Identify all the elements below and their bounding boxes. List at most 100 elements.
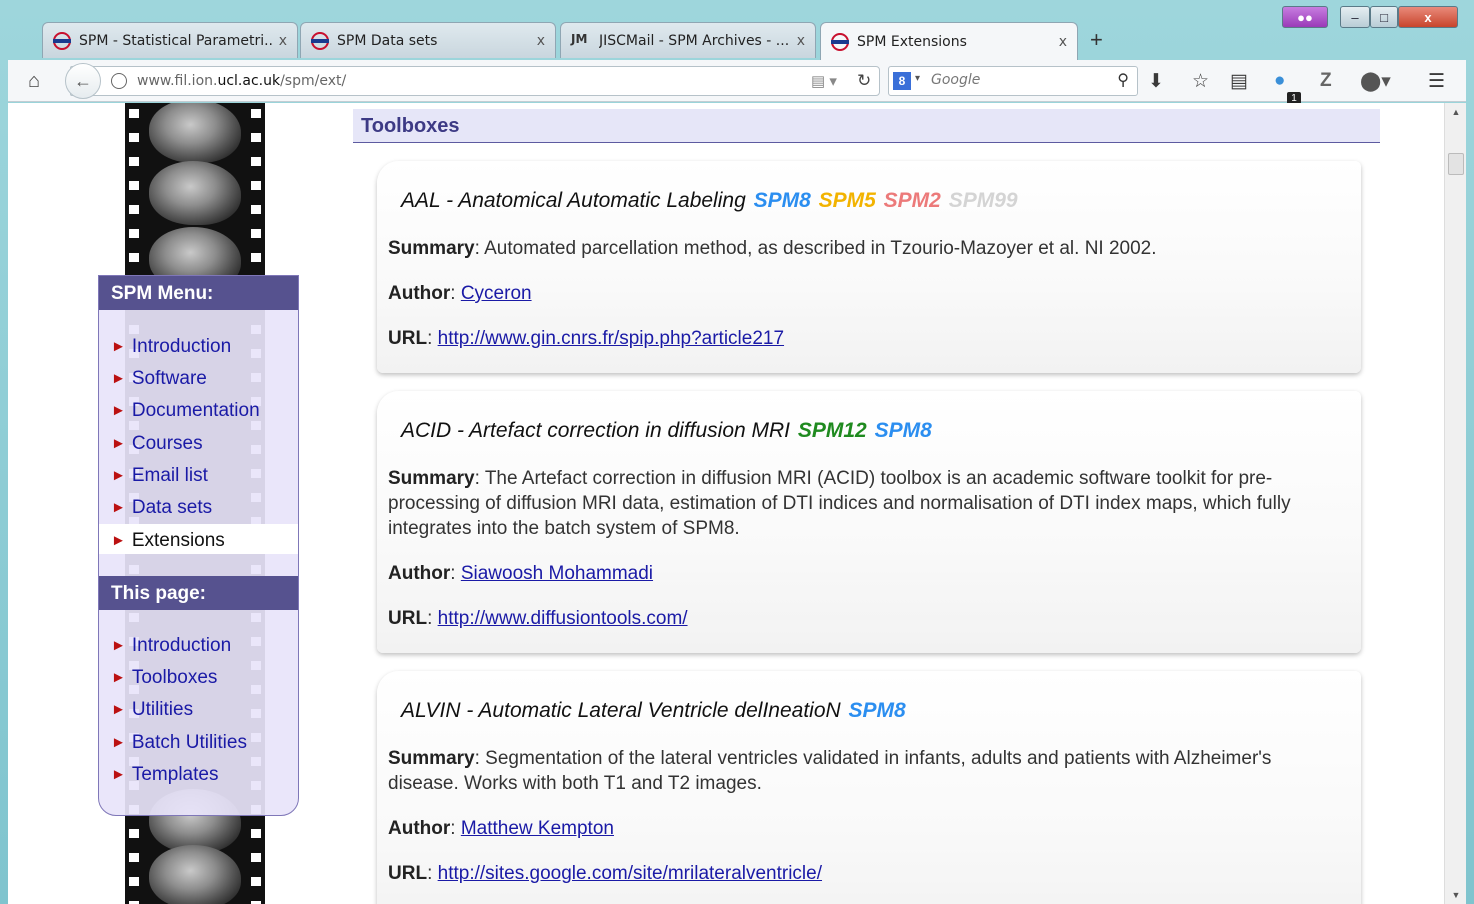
maximize-button[interactable]: □	[1370, 6, 1398, 28]
tab-strip: SPM - Statistical Parametri... x SPM Dat…	[0, 0, 1474, 60]
ghostery-icon[interactable]: ●	[1274, 70, 1285, 92]
navigation-toolbar: ⌂ ← www.fil.ion.ucl.ac.uk/spm/ext/ ▤ ▾ ↻…	[8, 60, 1466, 102]
summary-field: Summary: Segmentation of the lateral ven…	[388, 746, 1338, 796]
close-icon[interactable]: x	[279, 33, 287, 49]
bookmarks-list-icon[interactable]: ▤	[1230, 70, 1248, 93]
film-hole	[129, 853, 139, 862]
close-icon[interactable]: x	[797, 33, 805, 49]
triangle-right-icon: ►	[111, 338, 126, 355]
scroll-up-arrow-icon[interactable]: ▲	[1445, 107, 1467, 117]
toolbox-card-alvin: ALVIN - Automatic Lateral Ventricle delI…	[377, 671, 1361, 904]
url-link[interactable]: http://www.gin.cnrs.fr/spip.php?article2…	[438, 328, 784, 349]
author-link[interactable]: Cyceron	[461, 283, 532, 304]
film-hole	[251, 157, 261, 166]
triangle-right-icon: ►	[111, 467, 126, 484]
zotero-icon[interactable]: Z	[1320, 70, 1332, 92]
scroll-down-arrow-icon[interactable]: ▼	[1445, 890, 1467, 900]
brain-scan-image	[149, 103, 241, 163]
film-hole	[129, 877, 139, 886]
ucl-roundel-icon	[311, 32, 329, 50]
scroll-thumb[interactable]	[1448, 153, 1464, 175]
toolbox-card-acid: ACID - Artefact correction in diffusion …	[377, 391, 1361, 653]
toolbox-title: ACID - Artefact correction in diffusion …	[401, 419, 932, 443]
film-hole	[251, 133, 261, 142]
chevron-down-icon[interactable]: ▾	[915, 73, 920, 84]
triangle-right-icon: ►	[111, 669, 126, 686]
close-icon[interactable]: x	[1059, 34, 1067, 50]
back-button[interactable]: ←	[65, 63, 101, 99]
hamburger-menu-icon[interactable]: ☰	[1428, 70, 1445, 93]
address-bar[interactable]: ← www.fil.ion.ucl.ac.uk/spm/ext/ ▤ ▾ ↻	[70, 66, 880, 96]
version-badge: SPM12	[798, 419, 867, 442]
minimize-button[interactable]: –	[1340, 6, 1370, 28]
film-hole	[251, 829, 261, 838]
page-link-toolboxes[interactable]: ►Toolboxes	[99, 661, 298, 691]
url-text[interactable]: www.fil.ion.ucl.ac.uk/spm/ext/	[137, 73, 346, 89]
triangle-right-icon: ►	[111, 370, 126, 387]
version-badge: SPM8	[875, 419, 932, 442]
search-bar[interactable]: 8 ▾ Google ⚲	[888, 66, 1138, 96]
menu-item-email-list[interactable]: ►Email list	[99, 459, 298, 489]
jiscmail-icon: JM	[571, 32, 591, 50]
page-viewport: SPM Menu: ►Introduction ►Software ►Docum…	[8, 103, 1444, 904]
globe-icon	[111, 73, 127, 89]
menu-item-software[interactable]: ►Software	[99, 362, 298, 392]
author-link[interactable]: Matthew Kempton	[461, 818, 614, 839]
film-hole	[129, 157, 139, 166]
triangle-right-icon: ►	[111, 402, 126, 419]
home-icon[interactable]: ⌂	[28, 70, 40, 93]
film-hole	[251, 853, 261, 862]
page-link-utilities[interactable]: ►Utilities	[99, 693, 298, 723]
vertical-scrollbar[interactable]: ▲ ▼	[1444, 103, 1466, 904]
url-link[interactable]: http://sites.google.com/site/mrilateralv…	[438, 863, 822, 884]
version-badge: SPM99	[949, 189, 1018, 212]
version-badge: SPM2	[884, 189, 941, 212]
tab-label: SPM Data sets	[337, 33, 531, 49]
film-hole	[129, 253, 139, 262]
page-link-batch-utilities[interactable]: ►Batch Utilities	[99, 726, 298, 756]
reload-icon[interactable]: ↻	[857, 71, 871, 91]
film-hole	[251, 229, 261, 238]
film-hole	[251, 109, 261, 118]
film-hole	[129, 181, 139, 190]
new-tab-button[interactable]: +	[1090, 27, 1103, 53]
adblock-icon[interactable]: ⬤▾	[1360, 70, 1391, 93]
triangle-right-icon: ►	[111, 701, 126, 718]
brain-scan-image	[149, 161, 241, 225]
google-icon[interactable]: 8	[893, 72, 911, 90]
tab-spm-extensions[interactable]: SPM Extensions x	[820, 22, 1078, 60]
menu-item-documentation[interactable]: ►Documentation	[99, 394, 298, 424]
section-heading-toolboxes: Toolboxes	[353, 109, 1380, 143]
tab-spm-home[interactable]: SPM - Statistical Parametri... x	[42, 22, 298, 58]
summary-field: Summary: The Artefact correction in diff…	[388, 466, 1338, 541]
tab-jiscmail[interactable]: JM JISCMail - SPM Archives - ... x	[560, 22, 816, 58]
close-icon[interactable]: x	[537, 33, 545, 49]
toolbox-card-aal: AAL - Anatomical Automatic Labeling SPM8…	[377, 161, 1361, 373]
triangle-right-icon: ►	[111, 766, 126, 783]
menu-item-courses[interactable]: ►Courses	[99, 427, 298, 457]
toolbox-title: AAL - Anatomical Automatic Labeling SPM8…	[401, 189, 1018, 213]
menu-heading: SPM Menu:	[99, 276, 298, 310]
page-link-templates[interactable]: ►Templates	[99, 758, 298, 788]
tab-spm-data-sets[interactable]: SPM Data sets x	[300, 22, 556, 58]
summary-field: Summary: Automated parcellation method, …	[388, 236, 1338, 261]
author-field: Author: Cyceron	[388, 281, 1338, 306]
url-link[interactable]: http://www.diffusiontools.com/	[438, 608, 688, 629]
this-page-heading: This page:	[99, 576, 298, 610]
download-icon[interactable]: ⬇	[1148, 70, 1164, 93]
menu-item-data-sets[interactable]: ►Data sets	[99, 491, 298, 521]
menu-item-extensions[interactable]: ►Extensions	[99, 524, 298, 554]
ucl-roundel-icon	[53, 32, 71, 50]
menu-item-introduction[interactable]: ►Introduction	[99, 330, 298, 360]
film-hole	[129, 229, 139, 238]
bookmark-star-icon[interactable]: ☆	[1192, 70, 1209, 93]
window-close-button[interactable]: x	[1398, 6, 1458, 28]
magnifier-icon[interactable]: ⚲	[1117, 70, 1129, 90]
film-hole	[129, 205, 139, 214]
search-input[interactable]: Google	[931, 72, 980, 88]
page-link-introduction[interactable]: ►Introduction	[99, 629, 298, 659]
url-field: URL: http://www.diffusiontools.com/	[388, 606, 1338, 631]
private-mask-icon[interactable]: ●●	[1282, 6, 1328, 28]
reader-view-icon[interactable]: ▤ ▾	[811, 72, 837, 90]
author-link[interactable]: Siawoosh Mohammadi	[461, 563, 653, 584]
